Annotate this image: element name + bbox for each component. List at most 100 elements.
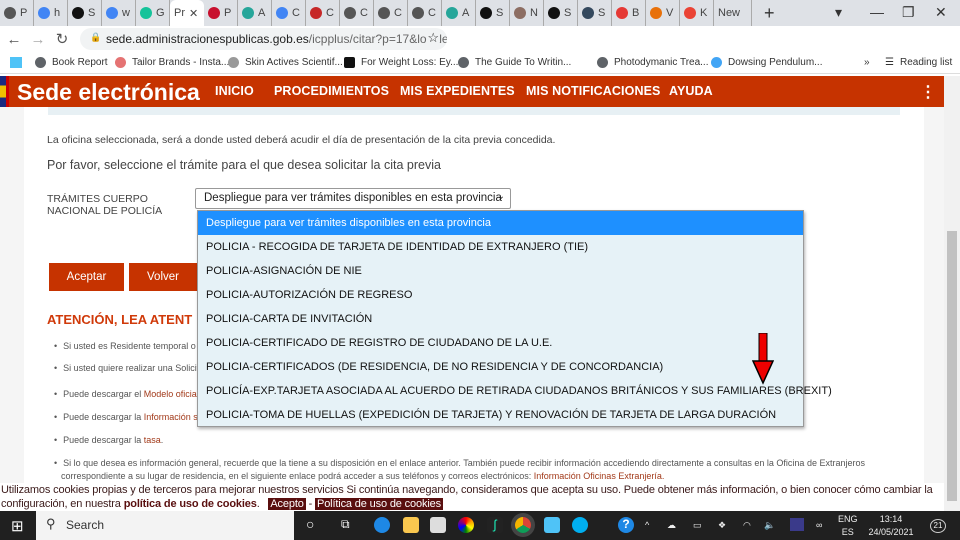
browser-tab[interactable]: S bbox=[476, 0, 510, 26]
bookmark[interactable]: Tailor Brands - Insta... bbox=[115, 57, 229, 68]
chrome-icon[interactable] bbox=[515, 517, 531, 533]
nav-mis-notificaciones[interactable]: MIS NOTIFICACIONES bbox=[526, 84, 660, 98]
browser-tab[interactable]: C bbox=[272, 0, 306, 26]
bookmarks-overflow-button[interactable]: » bbox=[864, 57, 870, 68]
browser-tab[interactable]: N bbox=[510, 0, 544, 26]
browser-tab[interactable]: B bbox=[612, 0, 646, 26]
notifications-button[interactable]: 21 bbox=[930, 519, 946, 533]
cookie-policy-button[interactable]: Política de uso de cookies bbox=[315, 498, 443, 510]
nav-procedimientos[interactable]: PROCEDIMIENTOS bbox=[274, 84, 389, 98]
bookmark[interactable]: For Weight Loss: Ey... bbox=[344, 57, 458, 68]
volume-icon[interactable]: 🔈 bbox=[764, 519, 775, 532]
tab-active[interactable]: Pr ✕ bbox=[170, 0, 204, 26]
browser-tab[interactable]: P bbox=[0, 0, 34, 26]
browser-tab[interactable]: C bbox=[408, 0, 442, 26]
back-button[interactable]: ← bbox=[2, 31, 26, 48]
browser-tab[interactable]: A bbox=[442, 0, 476, 26]
close-window-button[interactable]: ✕ bbox=[935, 4, 947, 21]
nav-inicio[interactable]: INICIO bbox=[215, 84, 254, 98]
dropdown-option[interactable]: Despliegue para ver trámites disponibles… bbox=[198, 211, 803, 235]
maximize-button[interactable]: ❐ bbox=[902, 4, 915, 21]
link-icon[interactable]: ∞ bbox=[816, 519, 822, 532]
nav-ayuda[interactable]: AYUDA bbox=[669, 84, 713, 98]
apps-icon[interactable] bbox=[10, 57, 22, 68]
edge-icon[interactable] bbox=[374, 517, 390, 533]
url-input[interactable]: 🔒 sede.administracionespublicas.gob.es/i… bbox=[80, 28, 447, 50]
informacion-link[interactable]: Información s bbox=[144, 412, 198, 422]
cortana-icon[interactable]: ○ bbox=[306, 516, 314, 532]
browser-tab[interactable]: V bbox=[646, 0, 680, 26]
app-icon[interactable] bbox=[544, 517, 560, 533]
tray-app-icon[interactable] bbox=[790, 518, 804, 531]
dropdown-option[interactable]: POLICIA - RECOGIDA DE TARJETA DE IDENTID… bbox=[198, 235, 803, 259]
browser-tab[interactable]: C bbox=[340, 0, 374, 26]
browser-tab[interactable]: G bbox=[136, 0, 170, 26]
help-icon[interactable]: ? bbox=[618, 517, 634, 533]
tab-favicon bbox=[378, 7, 390, 19]
scrollbar[interactable] bbox=[944, 76, 960, 511]
scrollbar-thumb[interactable] bbox=[947, 231, 957, 501]
language-indicator[interactable]: ENG ES bbox=[838, 513, 858, 539]
dropdown-option[interactable]: POLICIA-CERTIFICADOS (DE RESIDENCIA, DE … bbox=[198, 355, 803, 379]
site-brand[interactable]: Sede electrónica bbox=[17, 79, 200, 106]
browser-tab[interactable]: S bbox=[68, 0, 102, 26]
dropdown-option[interactable]: POLICIA-ASIGNACIÓN DE NIE bbox=[198, 259, 803, 283]
browser-tab[interactable]: S bbox=[544, 0, 578, 26]
dropdown-option[interactable]: POLICIA-TOMA DE HUELLAS (EXPEDICIÓN DE T… bbox=[198, 403, 803, 427]
bookmark-star-icon[interactable]: ☆ bbox=[427, 30, 439, 46]
onedrive-icon[interactable]: ☁ bbox=[667, 519, 676, 532]
bookmark[interactable]: Skin Actives Scientif... bbox=[228, 57, 343, 68]
back-button-form[interactable]: Volver bbox=[129, 263, 197, 291]
dropdown-option[interactable]: POLICIA-AUTORIZACIÓN DE REGRESO bbox=[198, 283, 803, 307]
tasa-link[interactable]: tasa bbox=[144, 435, 161, 445]
dropdown-option[interactable]: POLICIA-CARTA DE INVITACIÓN bbox=[198, 307, 803, 331]
minimize-button[interactable]: — bbox=[870, 4, 884, 20]
browser-tab[interactable]: A bbox=[238, 0, 272, 26]
spain-flag-logo bbox=[0, 76, 9, 107]
cookie-banner: Utilizamos cookies propias y de terceros… bbox=[0, 483, 944, 511]
oficinas-link[interactable]: Información Oficinas Extranjería. bbox=[534, 471, 665, 481]
task-view-icon[interactable]: ⧉ bbox=[341, 517, 350, 532]
browser-tab[interactable]: P bbox=[204, 0, 238, 26]
bookmark[interactable]: Book Report bbox=[35, 57, 108, 68]
bookmark[interactable]: The Guide To Writin... bbox=[458, 57, 571, 68]
dropdown-option[interactable]: POLICIA-CERTIFICADO DE REGISTRO DE CIUDA… bbox=[198, 331, 803, 355]
modelo-oficial-link[interactable]: Modelo oficial bbox=[144, 389, 199, 399]
browser-tab[interactable]: C bbox=[374, 0, 408, 26]
clock[interactable]: 13:14 24/05/2021 bbox=[865, 513, 917, 539]
taskbar-search[interactable]: ⚲ Search bbox=[36, 511, 294, 540]
windows-start-icon[interactable]: ⊞ bbox=[11, 517, 24, 535]
nav-mis-expedientes[interactable]: MIS EXPEDIENTES bbox=[400, 84, 515, 98]
browser-tab[interactable]: S bbox=[578, 0, 612, 26]
site-menu-icon[interactable]: ⋮ bbox=[920, 82, 936, 102]
bookmark[interactable]: Photodymanic Trea... bbox=[597, 57, 709, 68]
browser-tab[interactable]: w bbox=[102, 0, 136, 26]
tramite-select[interactable]: Despliegue para ver trámites disponibles… bbox=[195, 188, 511, 209]
store-icon[interactable] bbox=[430, 517, 446, 533]
tray-icon[interactable]: ▭ bbox=[693, 519, 702, 532]
forward-button[interactable]: → bbox=[26, 31, 50, 48]
dropbox-icon[interactable]: ❖ bbox=[718, 519, 726, 532]
close-tab-icon[interactable]: ✕ bbox=[189, 7, 198, 20]
app-icon[interactable] bbox=[458, 517, 474, 533]
tab-title: A bbox=[258, 7, 266, 19]
file-explorer-icon[interactable] bbox=[403, 517, 419, 533]
browser-tab[interactable]: C bbox=[306, 0, 340, 26]
dropdown-option[interactable]: POLICÍA-EXP.TARJETA ASOCIADA AL ACUERDO … bbox=[198, 379, 832, 403]
new-tab-button[interactable]: + bbox=[764, 3, 775, 24]
reload-button[interactable]: ↻ bbox=[50, 30, 74, 48]
skype-icon[interactable] bbox=[572, 517, 588, 533]
browser-tab[interactable]: New bbox=[714, 0, 752, 26]
url-path: /icpplus/citar?p=17&locale... bbox=[308, 32, 447, 46]
browser-tab[interactable]: h bbox=[34, 0, 68, 26]
bookmark[interactable]: Dowsing Pendulum... bbox=[711, 57, 823, 68]
app-icon[interactable]: ʃ bbox=[487, 517, 503, 533]
accept-button[interactable]: Aceptar bbox=[49, 263, 124, 291]
tray-overflow-icon[interactable]: ^ bbox=[645, 519, 649, 532]
reading-list-button[interactable]: ☰ Reading list bbox=[885, 57, 952, 68]
tab-search-icon[interactable]: ▾ bbox=[835, 4, 842, 21]
browser-tab[interactable]: K bbox=[680, 0, 714, 26]
cookie-accept-button[interactable]: Acepto bbox=[268, 498, 306, 510]
wifi-icon[interactable]: ◠ bbox=[743, 519, 751, 532]
cookie-policy-link[interactable]: política de uso de cookies bbox=[124, 498, 257, 510]
